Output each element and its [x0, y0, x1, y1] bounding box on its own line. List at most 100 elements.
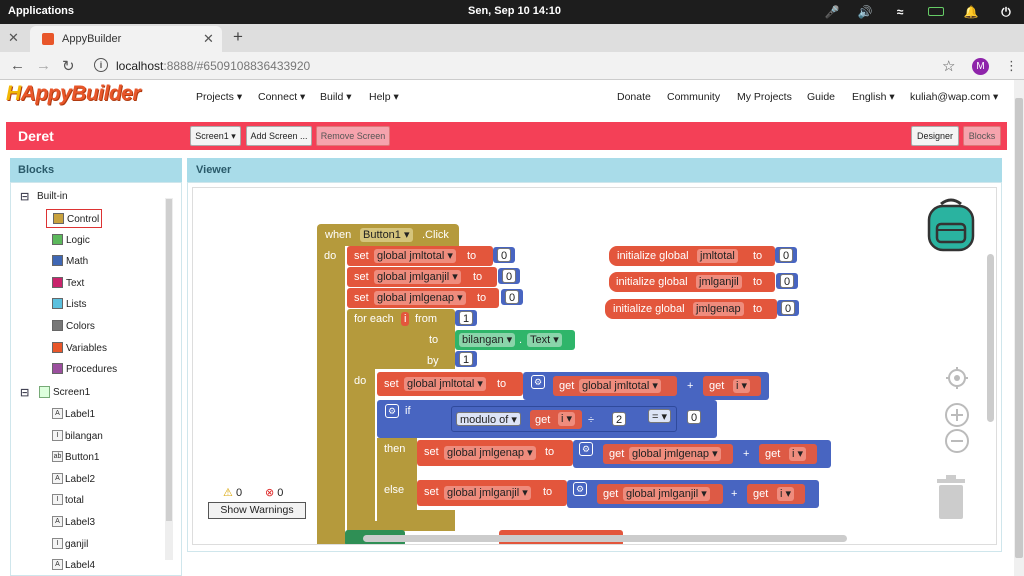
forward-icon[interactable]: →: [36, 57, 51, 74]
tree-item-colors[interactable]: Colors: [46, 317, 102, 336]
number-value[interactable]: 1: [459, 352, 474, 366]
tree-scrollbar-thumb[interactable]: [166, 199, 172, 521]
battery-icon[interactable]: [928, 7, 944, 16]
show-warnings-button[interactable]: Show Warnings: [208, 502, 306, 519]
remove-screen-button[interactable]: Remove Screen: [316, 126, 390, 146]
power-icon[interactable]: ⏻: [998, 4, 1014, 20]
menu-build[interactable]: Build ▾: [320, 91, 352, 103]
component-dropdown[interactable]: Button1 ▾: [360, 228, 413, 242]
reload-icon[interactable]: ↻: [62, 57, 75, 75]
var-dropdown[interactable]: i ▾: [558, 412, 576, 426]
get-block[interactable]: get i ▾: [759, 444, 817, 464]
back-icon[interactable]: ←: [10, 57, 25, 74]
profile-avatar[interactable]: M: [972, 58, 989, 75]
clock[interactable]: Sen, Sep 10 14:10: [468, 5, 561, 17]
get-block[interactable]: get global jmlganjil ▾: [597, 484, 723, 504]
tree-item-procedures[interactable]: Procedures: [46, 360, 117, 379]
addition-block[interactable]: ⚙ get global jmlganjil ▾ + get i ▾: [567, 480, 819, 508]
tree-item-lists[interactable]: Lists: [46, 295, 102, 314]
component-item-label2[interactable]: A Label2: [52, 470, 152, 488]
number-value[interactable]: 1: [459, 311, 474, 325]
number-block[interactable]: 1: [455, 351, 477, 367]
math-op-dropdown[interactable]: modulo of ▾: [456, 412, 521, 426]
link-donate[interactable]: Donate: [617, 91, 651, 103]
blocks-button[interactable]: Blocks: [963, 126, 1001, 146]
link-guide[interactable]: Guide: [807, 91, 835, 103]
var-dropdown[interactable]: global jmltotal ▾: [579, 379, 661, 393]
browser-menu-icon[interactable]: ⋮: [1005, 58, 1018, 74]
bookmark-star-icon[interactable]: ☆: [942, 57, 955, 75]
number-block[interactable]: 0: [498, 268, 520, 284]
tree-item-control[interactable]: Control: [46, 209, 102, 228]
notification-bell-icon[interactable]: 🔔: [963, 4, 979, 20]
component-item-ganjil[interactable]: Iganjil: [52, 535, 152, 553]
recenter-icon[interactable]: [945, 366, 969, 390]
collapse-builtin-icon[interactable]: ⊟: [20, 190, 29, 203]
backpack-icon[interactable]: [923, 196, 979, 254]
page-scrollbar-thumb[interactable]: [1015, 98, 1023, 558]
var-dropdown[interactable]: global jmltotal ▾: [374, 249, 456, 263]
tree-item-math[interactable]: Math: [46, 252, 102, 271]
browser-tab[interactable]: AppyBuilder ✕: [30, 26, 222, 52]
gear-icon[interactable]: ⚙: [573, 482, 587, 496]
set-jmlganjil-block[interactable]: set global jmlganjil ▾ to: [347, 267, 497, 287]
number-block[interactable]: 0: [775, 247, 797, 263]
init-global-jmlganjil[interactable]: initialize global jmlganjil to: [609, 272, 775, 292]
number-value[interactable]: 0: [779, 248, 794, 262]
screen-select-button[interactable]: Screen1 ▾: [190, 126, 241, 146]
collapse-screen1-icon[interactable]: ⊟: [20, 386, 29, 399]
number-value[interactable]: 0: [780, 274, 795, 288]
set-jmltotal-inner-block[interactable]: set global jmltotal ▾ to: [377, 372, 523, 396]
gear-icon[interactable]: ⚙: [531, 375, 545, 389]
component-item-bilangan[interactable]: Ibilangan: [52, 427, 152, 445]
var-dropdown[interactable]: i ▾: [733, 379, 751, 393]
get-block[interactable]: get i ▾: [530, 410, 582, 429]
url-field[interactable]: i localhost:8888/#6509108836433920: [88, 55, 938, 77]
number-block[interactable]: 0: [493, 247, 515, 263]
link-my-projects[interactable]: My Projects: [737, 91, 792, 103]
set-jmlgenap-then-block[interactable]: set global jmlgenap ▾ to: [417, 440, 573, 466]
loop-var[interactable]: i: [401, 312, 410, 326]
microphone-icon[interactable]: 🎤: [824, 4, 840, 20]
zoom-in-icon[interactable]: [944, 402, 970, 428]
new-tab-icon[interactable]: +: [233, 27, 243, 47]
divisor-value[interactable]: 2: [612, 412, 627, 426]
menu-projects[interactable]: Projects ▾: [196, 91, 242, 103]
account-dropdown[interactable]: kuliah@wap.com ▾: [910, 91, 998, 103]
volume-icon[interactable]: 🔊: [857, 4, 873, 20]
component-item-label3[interactable]: A Label3: [52, 513, 152, 531]
language-dropdown[interactable]: English ▾: [852, 91, 895, 103]
close-window-icon[interactable]: ✕: [8, 30, 19, 46]
var-dropdown[interactable]: i ▾: [789, 447, 807, 461]
set-jmltotal-block[interactable]: set global jmltotal ▾ to: [347, 246, 493, 266]
number-value[interactable]: 0: [505, 290, 520, 304]
var-dropdown[interactable]: global jmlganjil ▾: [374, 270, 461, 284]
number-value[interactable]: 0: [497, 248, 512, 262]
addition-block[interactable]: ⚙ get global jmltotal ▾ + get i ▾: [523, 372, 769, 400]
var-dropdown[interactable]: global jmlgenap ▾: [374, 291, 466, 305]
var-dropdown[interactable]: i ▾: [777, 487, 795, 501]
designer-button[interactable]: Designer: [911, 126, 959, 146]
workspace-v-scrollbar[interactable]: [987, 254, 994, 422]
wifi-icon[interactable]: ≈: [892, 4, 908, 20]
tree-item-text[interactable]: Text: [46, 274, 102, 293]
for-each-block[interactable]: for each i from to by: [347, 309, 455, 369]
event-block-button1-click[interactable]: when Button1 ▾ .Click: [317, 224, 459, 246]
var-dropdown[interactable]: global jmlganjil ▾: [623, 487, 710, 501]
number-block[interactable]: 0: [776, 273, 798, 289]
global-name[interactable]: jmlganjil: [696, 275, 742, 289]
compare-op-dropdown[interactable]: = ▾: [648, 409, 672, 423]
gear-icon[interactable]: ⚙: [385, 404, 399, 418]
global-name[interactable]: jmltotal: [697, 249, 738, 263]
get-block[interactable]: get global jmlgenap ▾: [603, 444, 733, 464]
tree-item-logic[interactable]: Logic: [46, 231, 102, 250]
get-block[interactable]: get i ▾: [747, 484, 805, 504]
compare-value[interactable]: 0: [687, 410, 702, 424]
applications-menu[interactable]: Applications: [8, 5, 74, 17]
component-item-button1[interactable]: ab Button1: [52, 448, 152, 466]
trash-icon[interactable]: [933, 473, 969, 521]
if-block[interactable]: ⚙ if modulo of ▾ get i ▾ ÷ 2 = ▾ 0: [377, 400, 717, 438]
menu-connect[interactable]: Connect ▾: [258, 91, 305, 103]
set-jmlganjil-else-block[interactable]: set global jmlganjil ▾ to: [417, 480, 567, 506]
tree-builtin[interactable]: Built-in: [37, 191, 68, 202]
